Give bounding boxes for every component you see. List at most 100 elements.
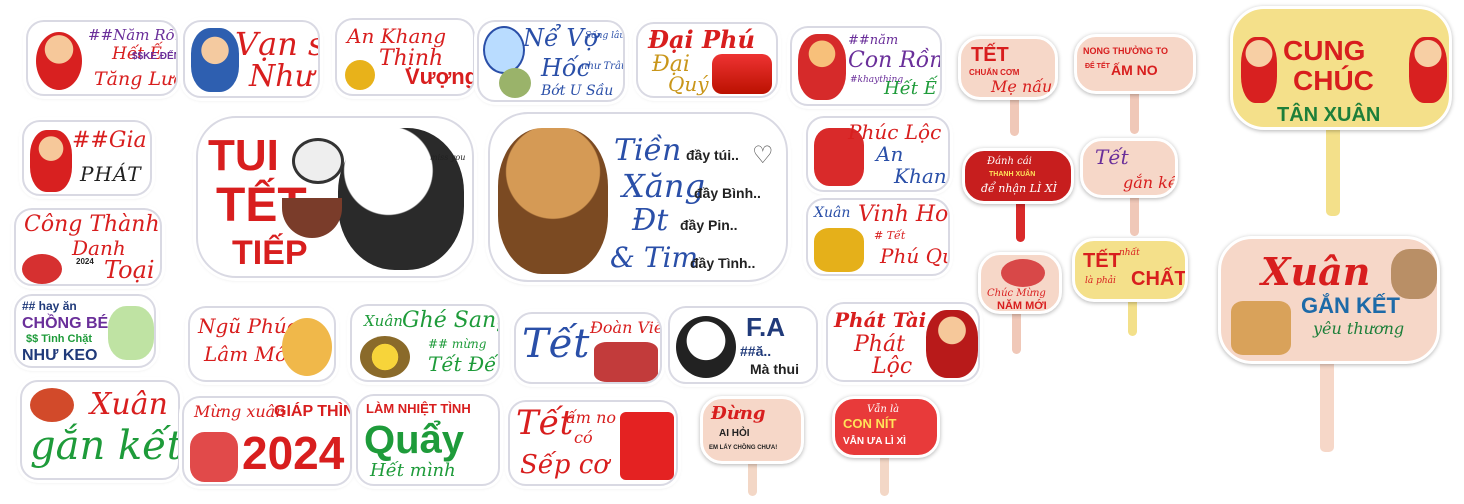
- sticker-text-2: Quẩy: [364, 418, 465, 462]
- sticker-nam-con-rong: ##năm Con Rồng #khaything Hết Ế: [790, 26, 942, 106]
- sticker-text-2: gắn kết: [30, 423, 180, 469]
- sign-danh-cai-thanh-xuan: Đánh cái THANH XUÂN để nhận LÌ XÌ: [962, 148, 1074, 204]
- sticker-cong-thanh-danh-toai: Công Thành Danh 2024 Toại: [14, 208, 162, 286]
- sign-text-2: THANH XUÂN: [989, 171, 1036, 178]
- sign-nong-thuong-to: NONG THƯỞNG TO ĐỂ TẾT ẤM NO: [1074, 34, 1196, 94]
- sticker-text-3: $$ Tình Chặt: [26, 333, 93, 345]
- sticker-xuan-gan-ket: Xuân gắn kết: [20, 380, 180, 480]
- sign-text-3: yêu thương: [1313, 319, 1405, 338]
- sticker-text-4: Sếp cơ: [520, 450, 609, 480]
- sticker-text-5: Bớt U Sầu: [541, 83, 614, 99]
- sign-text-2: CON NÍT: [843, 416, 897, 431]
- sticker-text-3: có: [574, 428, 593, 447]
- sticker-text-3: # Tết: [874, 229, 906, 242]
- sticker-text-3: Hết mình: [370, 460, 456, 481]
- sticker-giap-thin: Mừng xuân GIÁP THÌN 2024: [182, 396, 352, 486]
- sign-handle: [1326, 120, 1340, 216]
- sign-tet-gan-ket: Tết gắn kết: [1080, 138, 1178, 198]
- sticker-text-1: Vạn sự: [235, 25, 318, 63]
- sign-text-4: CHẤT: [1131, 268, 1187, 290]
- sign-handle: [880, 452, 889, 496]
- elders-figure: [1391, 249, 1437, 299]
- sticker-tui-tet-tiep: TUI TẾT TIẾP miss you: [196, 116, 474, 278]
- sticker-text-2: Ghé Sang: [402, 308, 500, 333]
- sticker-text-3: 2024: [242, 427, 345, 479]
- sticker-text-2: Phát: [854, 332, 905, 357]
- sticker-phat-tai-phat-loc: Phát Tài Phát Lộc: [826, 302, 980, 382]
- sticker-text-2: Vinh Hoa: [858, 202, 949, 227]
- girl-figure: [1409, 37, 1447, 103]
- sign-text-1: Đánh cái: [987, 156, 1032, 167]
- sign-text-1: NONG THƯỞNG TO: [1083, 46, 1168, 56]
- sticker-text-1: ##Năm Rồng: [88, 26, 176, 44]
- panda-small-figure: [292, 138, 344, 184]
- sign-text-1: Vẫn là: [867, 404, 900, 415]
- sticker-xuan-ghe-sang: Xuân Ghé Sang ## mừng Tết Đến: [350, 304, 500, 382]
- sticker-text-4: NHƯ KEO: [22, 347, 98, 364]
- sticker-text-3: Khang: [894, 164, 948, 188]
- sign-text-2: ĐỂ TẾT: [1085, 63, 1110, 70]
- sticker-text-1: ## hay ăn: [22, 299, 77, 313]
- sign-text-2: gắn kết: [1123, 173, 1178, 192]
- elder-figure: [191, 28, 239, 92]
- sticker-text-3: ## mừng: [428, 337, 487, 351]
- sign-text-3: ẤM NO: [1111, 62, 1158, 78]
- sign-text-1: Chúc Mừng: [987, 288, 1046, 299]
- sticker-text-1: Công Thành: [24, 212, 160, 237]
- god-of-wealth-figure: [36, 32, 82, 90]
- sticker-ne-vo: Nể Vợ Sống lâu Hốc như Trâu Bớt U Sầu: [477, 20, 625, 102]
- dabbing-dog-figure: [498, 128, 608, 274]
- sticker-tet-am-no-co-sep: Tết ấm no có Sếp cơ: [508, 400, 678, 486]
- sticker-fa-ma-thui: F.A ##ă.. Mà thui: [668, 306, 818, 384]
- sticker-an-khang-thinh-vuong: An Khang Thịnh Vượng: [335, 18, 475, 96]
- sticker-tet-doan-vien: Tết Đoàn Viên: [514, 312, 662, 384]
- cartoon-face-figure: [483, 26, 525, 74]
- sign-text-3: để nhận LÌ XÌ: [981, 182, 1057, 195]
- sticker-text-2: GIÁP THÌN: [274, 403, 352, 420]
- sticker-text-3: Quý: [668, 72, 709, 96]
- sticker-text-1: Phúc Lộc: [848, 120, 942, 144]
- god-of-wealth-figure: [926, 310, 978, 378]
- sticker-text-4: như Trâu: [581, 61, 625, 72]
- family-figure: [1231, 301, 1291, 355]
- sticker-text-1: LÀM NHIỆT TÌNH: [366, 401, 471, 416]
- noodle-bowl-icon: [282, 198, 342, 238]
- sticker-text-4: đầy Bình..: [694, 185, 761, 201]
- sticker-text-1: Đại Phú: [648, 25, 755, 54]
- sticker-text-6: đầy Pin..: [680, 217, 738, 233]
- sticker-text-1: An Khang: [347, 24, 447, 48]
- sticker-text-1: Xuân: [364, 312, 403, 330]
- sign-text-2: AI HỎI: [719, 428, 750, 439]
- sticker-text-3: Lộc: [872, 354, 913, 379]
- scholar-figure: [22, 254, 62, 284]
- sign-text-2: NĂM MỚI: [997, 300, 1047, 312]
- sticker-text-5: Đt: [632, 203, 669, 238]
- sign-xuan-gan-ket-yeu-thuong: Xuân GẮN KẾT yêu thương: [1218, 236, 1440, 364]
- sticker-text-1: Phát Tài: [834, 308, 927, 332]
- sticker-text-4: Hết Ế: [884, 78, 937, 99]
- sign-text-1: TẾT: [1083, 250, 1121, 272]
- sticker-chong-beo: ## hay ăn CHỒNG BÉO $$ Tình Chặt NHƯ KEO: [14, 294, 156, 368]
- sticker-text-2: ấm no: [566, 408, 616, 427]
- sticker-text-1: Tết: [516, 403, 574, 443]
- sticker-text-2: ##ă..: [740, 343, 772, 359]
- cat-figure: [108, 306, 154, 360]
- sign-tet-nhat-la-phai-chat: TẾT nhất là phải CHẤT: [1072, 238, 1188, 302]
- sticker-ngu-phuc-lam-mon: Ngũ Phúc Lâm Môn: [188, 306, 336, 382]
- family-figure: [594, 342, 658, 382]
- sticker-text-3: Mà thui: [750, 361, 799, 377]
- sticker-van-su-nhu-y: Vạn sự Như Ý: [183, 20, 320, 98]
- sticker-text-1: Ngũ Phúc: [198, 314, 298, 338]
- pig-figure: [282, 318, 332, 376]
- sticker-text-1: Mừng xuân: [194, 402, 286, 421]
- sticker-text-1: ##năm: [848, 33, 899, 48]
- sign-text-2: nhất: [1119, 248, 1140, 258]
- sticker-text-3: Vượng: [405, 64, 475, 89]
- sign-handle: [1320, 354, 1334, 452]
- sign-text-1: Đừng: [711, 403, 766, 424]
- red-envelope-icon: [620, 412, 674, 480]
- fruit-basket-icon: [30, 388, 74, 422]
- sign-text-2: CHÚC: [1293, 65, 1374, 96]
- dragon-figure: [798, 34, 846, 100]
- gold-ingot-figure: [712, 54, 772, 94]
